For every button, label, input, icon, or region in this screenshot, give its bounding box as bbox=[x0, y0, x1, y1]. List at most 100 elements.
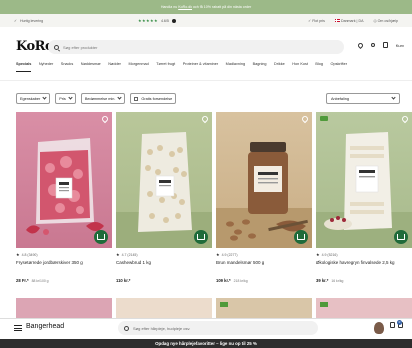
chevron-down-icon bbox=[391, 95, 396, 100]
filter-bar: Egenskaber Pris Bedømmelse min. Gratis f… bbox=[16, 93, 177, 104]
nav-item-proteiner-vitaminer[interactable]: Proteiner & vitaminer bbox=[183, 62, 218, 72]
add-to-cart-button[interactable] bbox=[94, 230, 108, 244]
product-price: 109 kr.* 218 kr/kg bbox=[216, 278, 248, 283]
oats-bag-illustration bbox=[316, 132, 412, 248]
chevron-down-icon bbox=[42, 95, 47, 100]
organic-badge-icon bbox=[320, 116, 328, 121]
search-placeholder: Søg efter produkter bbox=[63, 44, 98, 50]
category-nav: Specials Nyheder Snacks Nøddesmør Nødder Morg… bbox=[16, 62, 347, 72]
nav-item-specials[interactable]: Specials bbox=[16, 62, 32, 72]
delivery-info: ✓ Hurtig levering bbox=[14, 18, 44, 23]
nav-item-hon-kost[interactable]: Hon Kost bbox=[292, 62, 308, 72]
price-info: ✓ Flot pris bbox=[308, 18, 325, 23]
filter-rating[interactable]: Bedømmelse min. bbox=[80, 93, 126, 104]
info-right: ✓ Flot pris Danmark | DA ◎ Om os/hjælp bbox=[308, 19, 398, 23]
almond-butter-jar-illustration bbox=[216, 142, 312, 248]
announcement-text: Handla nu bbox=[160, 5, 178, 9]
nav-item-nøddesmør[interactable]: Nøddesmør bbox=[81, 62, 101, 72]
product-name[interactable]: Cashewbrud 1 kg bbox=[116, 260, 212, 268]
help-icon: ◎ bbox=[373, 18, 377, 23]
add-to-cart-button[interactable] bbox=[194, 230, 208, 244]
product-name[interactable]: Brun mandelsmør 500 g bbox=[216, 260, 312, 268]
denmark-flag-icon bbox=[334, 18, 340, 23]
announcement-bar: Handla nu KoRo.dk och få 10% rabatt på d… bbox=[0, 0, 412, 14]
wishlist-icon[interactable] bbox=[356, 41, 364, 49]
star-icon: ★ bbox=[216, 252, 220, 257]
product-image[interactable] bbox=[116, 298, 212, 320]
nav-item-drikke[interactable]: Drikke bbox=[274, 62, 285, 72]
product-image[interactable] bbox=[316, 112, 412, 248]
overlay-search-input[interactable]: Søg efter hårpleje, hudpleje osv. bbox=[118, 321, 318, 335]
avatar[interactable] bbox=[374, 322, 384, 334]
chevron-down-icon bbox=[68, 95, 73, 100]
promo-banner[interactable]: Opdag nye hårplejefavoritter – lige nu o… bbox=[0, 339, 412, 348]
nav-item-blog[interactable]: Blog bbox=[315, 62, 323, 72]
chevron-down-icon bbox=[117, 95, 123, 100]
product-grid-row-2 bbox=[16, 298, 412, 320]
product-rating: ★ 4.8 (3490) bbox=[16, 252, 38, 257]
product-price: 28 Fr.* 88 kr/100 g bbox=[16, 278, 49, 283]
stars-icon: ★★★★★ bbox=[138, 18, 158, 23]
product-price: 39 kr.* 16 kr/kg bbox=[316, 278, 344, 283]
product-image[interactable] bbox=[16, 112, 112, 248]
nav-item-morgenmad[interactable]: Morgenmad bbox=[128, 62, 148, 72]
cashew-bag-illustration bbox=[116, 132, 212, 248]
product-card[interactable]: ★ 4.7 (2145) Cashewbrud 1 kg 110 kr.* bbox=[116, 112, 212, 283]
cart-count-badge: 0 bbox=[397, 320, 402, 325]
filter-properties[interactable]: Egenskaber bbox=[16, 93, 51, 104]
announcement-link[interactable]: KoRo.dk bbox=[178, 5, 192, 9]
trustpilot-icon bbox=[171, 18, 176, 23]
nav-item-tørret-frugt[interactable]: Tørret frugt bbox=[156, 62, 175, 72]
strawberry-bag-illustration bbox=[26, 138, 104, 235]
star-icon: ★ bbox=[16, 252, 20, 257]
filter-price[interactable]: Pris bbox=[55, 93, 76, 104]
country-selector[interactable]: Danmark | DA bbox=[334, 18, 363, 23]
nav-item-opskrifter[interactable]: Opskrifter bbox=[331, 62, 347, 72]
product-name[interactable]: Økologiske havregryn finvalsede 2,5 kg bbox=[316, 260, 412, 268]
bangerhead-logo[interactable]: Bangerhead bbox=[26, 323, 64, 330]
account-icon[interactable] bbox=[370, 43, 375, 47]
cart-icon[interactable] bbox=[390, 322, 395, 328]
product-image[interactable] bbox=[316, 298, 412, 320]
nav-item-snacks[interactable]: Snacks bbox=[61, 62, 73, 72]
product-price: 110 kr.* bbox=[116, 278, 131, 283]
checkbox-icon bbox=[134, 96, 139, 101]
product-grid: ★ 4.8 (3490) Frysetørrede jordbærskiver 3… bbox=[16, 112, 412, 283]
organic-badge-icon bbox=[220, 302, 228, 307]
search-icon bbox=[124, 325, 129, 331]
star-icon: ★ bbox=[316, 252, 320, 257]
cart-icon[interactable] bbox=[382, 42, 388, 48]
cart-label[interactable]: Kurv bbox=[396, 43, 404, 48]
product-rating: ★ 4.7 (2145) bbox=[116, 252, 138, 257]
nav-item-madlavning[interactable]: Madlavning bbox=[226, 62, 245, 72]
star-icon: ★ bbox=[116, 252, 120, 257]
product-image[interactable] bbox=[216, 298, 312, 320]
search-icon bbox=[54, 44, 59, 50]
product-image[interactable] bbox=[16, 298, 112, 320]
info-bar: ✓ Hurtig levering ★★★★★ 4.6/5 ✓ Flot pri… bbox=[0, 14, 412, 27]
product-card[interactable]: ★ 4.9 (5216) Økologiske havregryn finvals… bbox=[316, 112, 412, 283]
divider bbox=[0, 80, 412, 81]
product-name[interactable]: Frysetørrede jordbærskiver 350 g bbox=[16, 260, 112, 268]
check-icon: ✓ bbox=[14, 18, 18, 23]
menu-icon[interactable] bbox=[14, 325, 22, 331]
sort-select[interactable]: Anbefaling bbox=[326, 93, 400, 104]
search-input[interactable]: Søg efter produkter bbox=[48, 40, 344, 54]
header-icons: Kurv bbox=[356, 41, 404, 49]
announcement-text-after: och få 10% rabatt på din nästa order bbox=[193, 5, 252, 9]
product-rating: ★ 4.9 (2277) bbox=[216, 252, 238, 257]
nav-item-nyheder[interactable]: Nyheder bbox=[39, 62, 53, 72]
nav-item-bagning[interactable]: Bagning bbox=[253, 62, 267, 72]
trustpilot-rating[interactable]: ★★★★★ 4.6/5 bbox=[138, 18, 176, 23]
product-card[interactable]: ★ 4.9 (2277) Brun mandelsmør 500 g 109 kr… bbox=[216, 112, 312, 283]
product-card[interactable]: ★ 4.8 (3490) Frysetørrede jordbærskiver 3… bbox=[16, 112, 112, 283]
nav-item-nødder[interactable]: Nødder bbox=[108, 62, 121, 72]
product-rating: ★ 4.9 (5216) bbox=[316, 252, 338, 257]
filter-free-shipping[interactable]: Gratis forsendelse bbox=[130, 93, 177, 104]
help-link[interactable]: ◎ Om os/hjælp bbox=[373, 19, 398, 23]
product-image[interactable] bbox=[116, 112, 212, 248]
organic-badge-icon bbox=[320, 302, 328, 307]
add-to-cart-button[interactable] bbox=[294, 230, 308, 244]
product-image[interactable] bbox=[216, 112, 312, 248]
add-to-cart-button[interactable] bbox=[394, 230, 408, 244]
